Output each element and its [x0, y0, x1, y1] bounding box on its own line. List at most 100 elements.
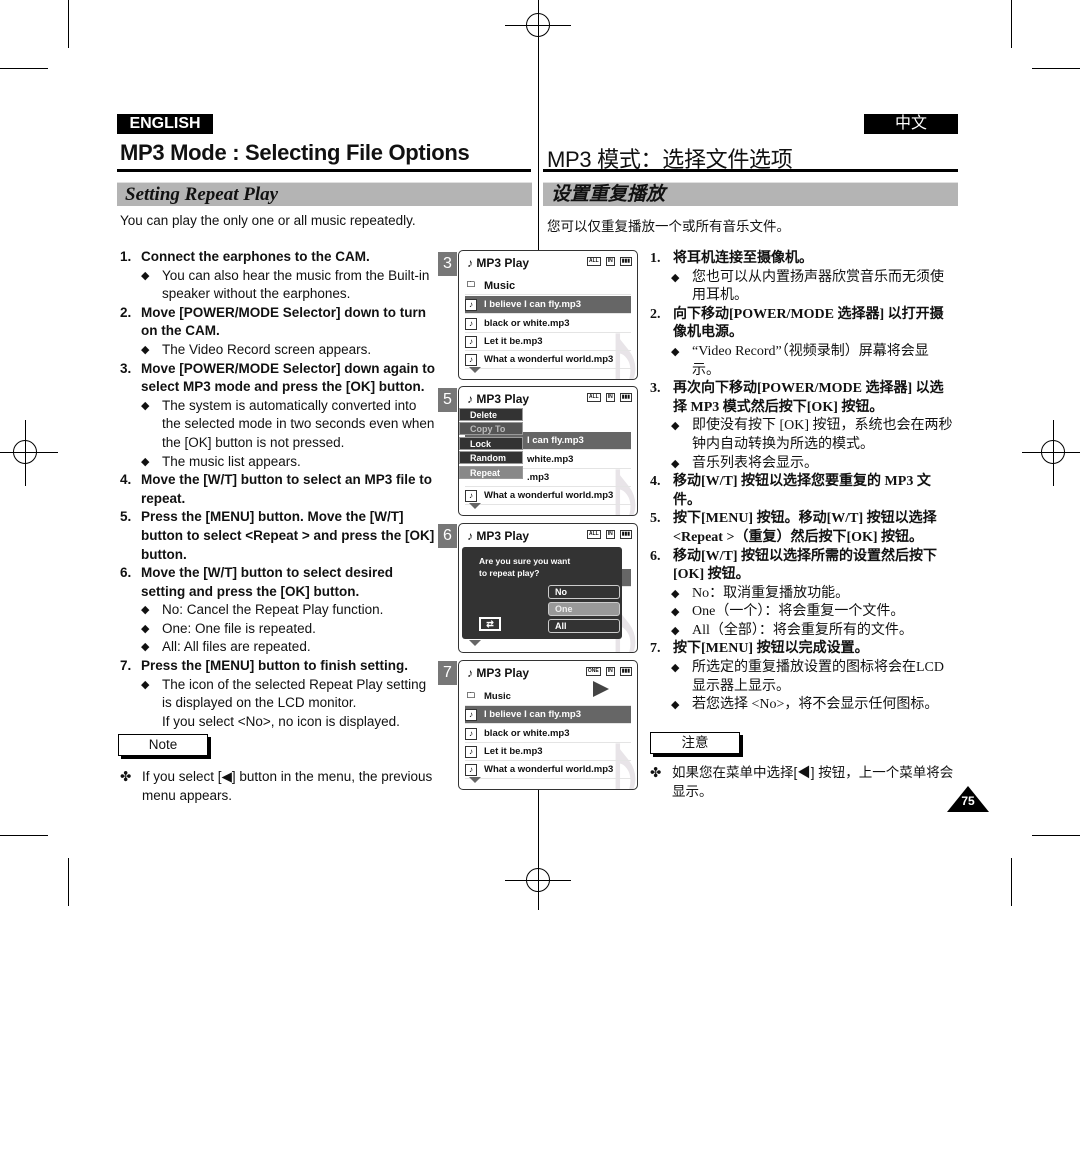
- dialog-question: Are you sure you want to repeat play?: [479, 555, 570, 579]
- note-body: If you select [◀] button in the menu, th…: [142, 769, 433, 803]
- file-row[interactable]: ♪ Let it be.mp3: [465, 333, 631, 351]
- lcd-screen-6: ♪ ♪ MP3 Play ALLIN▮▮▮ Are you sure you w…: [458, 523, 638, 653]
- step-text: 按下[MENU] 按钮以完成设置。: [673, 641, 869, 657]
- diamond-bullet-icon: ◆: [141, 604, 150, 617]
- scroll-down-icon[interactable]: [469, 777, 481, 783]
- repeat-icon: ⇄: [479, 617, 501, 631]
- step-text: 移动[W/T] 按钮以选择所需的设置然后按下[OK] 按钮。: [673, 548, 938, 583]
- step-bullet: ◆ 若您选择 <No>，将不会显示任何图标。: [650, 696, 955, 715]
- step-bullet: ◆ No：取消重复播放功能。: [650, 585, 955, 604]
- step-bullet: ◆ One（一个）：将会重复一个文件。: [650, 603, 955, 622]
- menu-item-delete[interactable]: Delete: [459, 408, 523, 421]
- card-icon: IN: [605, 257, 615, 266]
- step-bullet: ◆ The Video Record screen appears.: [120, 341, 438, 360]
- step-bullet: ◆ The icon of the selected Repeat Play se…: [120, 676, 438, 713]
- section-heading-en: Setting Repeat Play: [117, 182, 532, 206]
- bullet-text: 音乐列表将会显示。: [692, 455, 818, 471]
- step-number: 6.: [650, 548, 661, 564]
- folder-name: Music: [484, 690, 511, 702]
- screen-step-number: 5: [438, 388, 457, 412]
- diamond-bullet-icon: ◆: [671, 624, 680, 637]
- music-file-icon: ♪: [465, 727, 477, 740]
- file-row[interactable]: ♪ black or white.mp3: [465, 315, 631, 333]
- diamond-bullet-icon: ◆: [671, 420, 680, 433]
- step-bullet: ◆ One: One file is repeated.: [120, 620, 438, 639]
- registration-mark: [526, 13, 550, 37]
- step: 2. 向下移动[POWER/MODE 选择器] 以打开摄像机电源。: [650, 306, 955, 343]
- menu-item-lock[interactable]: Lock: [459, 437, 523, 450]
- bullet-text: 您也可以从内置扬声器欣赏音乐而无须使用耳机。: [692, 269, 944, 304]
- menu-item-repeat[interactable]: Repeat: [459, 466, 523, 479]
- step: 1. Connect the earphones to the CAM.: [120, 248, 438, 267]
- file-name: white.mp3: [527, 453, 574, 465]
- diamond-bullet-icon: ◆: [141, 678, 150, 691]
- scroll-down-icon[interactable]: [469, 640, 481, 646]
- status-icons: ALL IN ▮▮▮: [587, 530, 632, 539]
- lcd-screen-3: ♪ ♪ MP3 Play ALL IN ▮▮▮ 🗀 Music ♪ I believe …: [458, 250, 638, 380]
- file-row[interactable]: ♪ What a wonderful world.mp3: [465, 487, 631, 505]
- file-row[interactable]: ♪ I believe I can fly.mp3: [465, 296, 631, 314]
- step-text: Move the [W/T] button to select an MP3 f…: [141, 472, 433, 506]
- battery-icon: ▮▮▮: [619, 667, 632, 676]
- file-name: Let it be.mp3: [484, 745, 543, 757]
- step: 2. Move [POWER/MODE Selector] down to tur…: [120, 304, 438, 341]
- steps-zh: 1. 将耳机连接至摄像机。 ◆ 您也可以从内置扬声器欣赏音乐而无须使用耳机。 2. 向下移…: [650, 250, 955, 715]
- menu-item-copy-to[interactable]: Copy To: [459, 422, 523, 435]
- file-row[interactable]: ♪ What a wonderful world.mp3: [465, 351, 631, 369]
- step: 6. Move the [W/T] button to select desire…: [120, 564, 438, 601]
- step: 4. Move the [W/T] button to select an MP3…: [120, 471, 438, 508]
- step-extra: If you select <No>, no icon is displayed…: [162, 713, 400, 729]
- step-bullet: ◆ All（全部）：将会重复所有的文件。: [650, 622, 955, 641]
- step-number: 3.: [650, 381, 661, 397]
- title-rule: [117, 169, 531, 172]
- screen-title: MP3 Play: [476, 392, 530, 406]
- option-no[interactable]: No: [548, 585, 620, 599]
- step: 5. Press the [MENU] button. Move the [W/T…: [120, 508, 438, 564]
- bullet-text: You can also hear the music from the Bui…: [162, 267, 430, 302]
- registration-mark: [1041, 440, 1065, 464]
- card-icon: IN: [605, 393, 615, 402]
- step-number: 3.: [120, 360, 132, 376]
- step-text: 移动[W/T] 按钮以选择您要重复的 MP3 文件。: [673, 474, 931, 508]
- registration-mark: [526, 868, 550, 892]
- file-row[interactable]: ♪ black or white.mp3: [465, 725, 631, 743]
- lcd-screen-7: ♪ ♪ MP3 Play ONE IN ▮▮▮ 🗀 Music ♪ I believe …: [458, 660, 638, 790]
- repeat-all-icon: ALL: [587, 393, 601, 402]
- file-row[interactable]: ♪ What a wonderful world.mp3: [465, 761, 631, 779]
- battery-icon: ▮▮▮: [619, 530, 632, 539]
- card-icon: IN: [605, 530, 615, 539]
- scroll-down-icon[interactable]: [469, 367, 481, 373]
- file-row[interactable]: ♪ Let it be.mp3: [465, 743, 631, 761]
- crop-mark: [0, 835, 48, 836]
- step: 5. 按下[MENU] 按钮。移动[W/T] 按钮以选择<Repeat >（重复）…: [650, 510, 955, 547]
- crop-mark: [68, 858, 69, 906]
- bullet-text: One: One file is repeated.: [162, 620, 316, 636]
- language-tab-chinese: 中文: [864, 114, 958, 134]
- file-row[interactable]: ♪ I believe I can fly.mp3: [465, 706, 631, 724]
- option-all[interactable]: All: [548, 619, 620, 633]
- card-icon: IN: [605, 667, 615, 676]
- repeat-one-icon: ONE: [585, 667, 601, 676]
- diamond-bullet-icon: ◆: [141, 641, 150, 654]
- intro-en: You can play the only one or all music r…: [120, 213, 416, 228]
- file-name: I can fly.mp3: [527, 434, 584, 446]
- option-one[interactable]: One: [548, 602, 620, 616]
- folder-icon: 🗀: [465, 690, 477, 703]
- bullet-text: 若您选择 <No>，将不会显示任何图标。: [692, 697, 939, 713]
- step-number: 2.: [650, 306, 661, 322]
- note-body: 如果您在菜单中选择[◀] 按钮，上一个菜单将会显示。: [672, 765, 954, 799]
- screen-header: ♪ MP3 Play: [467, 666, 530, 680]
- step: 7. 按下[MENU] 按钮以完成设置。: [650, 640, 955, 659]
- note-label-zh: 注意: [650, 732, 740, 754]
- dialog-question-line: to repeat play?: [479, 568, 540, 578]
- bullet-text: No：取消重复播放功能。: [692, 585, 850, 601]
- page-number: 75: [961, 794, 975, 808]
- menu-item-random[interactable]: Random: [459, 451, 523, 464]
- diamond-bullet-icon: ◆: [671, 662, 680, 675]
- intro-zh: 您可以仅重复播放一个或所有音乐文件。: [547, 219, 790, 234]
- step-text: Move [POWER/MODE Selector] down to turn …: [141, 304, 427, 339]
- title-rule: [543, 169, 958, 172]
- scroll-down-icon[interactable]: [469, 503, 481, 509]
- step-number: 7.: [650, 641, 661, 657]
- folder-icon: 🗀: [465, 279, 477, 292]
